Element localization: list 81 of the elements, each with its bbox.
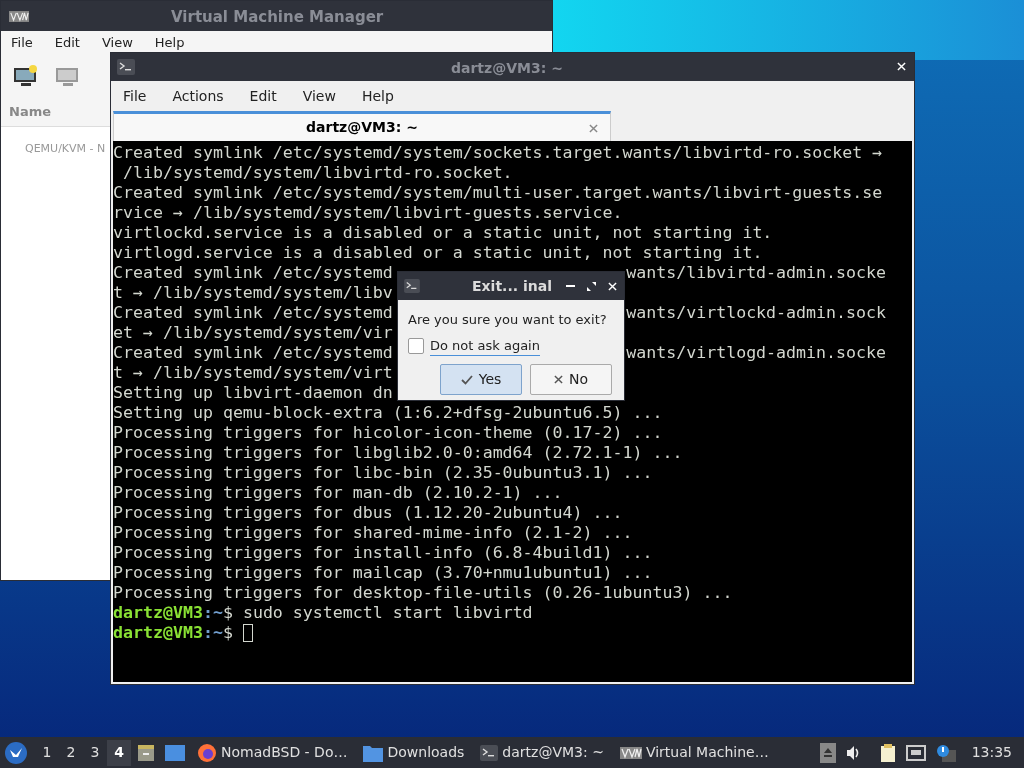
terminal-line: /lib/systemd/system/libvirtd-ro.socket. <box>122 163 513 183</box>
menu-item[interactable]: View <box>101 33 133 53</box>
prompt-user: dartz@VM3 <box>113 623 203 643</box>
dialog-button[interactable]: No <box>530 364 612 395</box>
terminal-tab[interactable]: dartz@VM3: ~ <box>113 111 611 141</box>
terminal-line: Processing triggers for hicolor-icon-theme (0.17-2) ... <box>113 423 663 443</box>
dialog-message: Are you sure you want to exit? <box>408 311 608 329</box>
terminal-icon <box>480 744 499 761</box>
task-button[interactable]: dartz@VM3: ~ <box>478 742 606 763</box>
bird-logo-icon[interactable] <box>5 741 27 764</box>
minimize-icon[interactable] <box>565 285 575 287</box>
terminal-line: Processing triggers for desktop-file-utils (0.26-1ubuntu3) ... <box>113 583 733 603</box>
checkbox[interactable] <box>408 337 424 354</box>
window-title: dartz@VM3: ~ <box>451 59 563 78</box>
prompt-path: :~ <box>202 603 223 623</box>
task-button[interactable]: NomadBSD - Do… <box>195 742 350 763</box>
terminal-line: virtlogd.service is a disabled or a static unit, not starting it. <box>113 243 763 263</box>
terminal-line: Processing triggers for shared-mime-info (2.1-2) ... <box>113 523 633 543</box>
terminal-line: Created symlink /etc/systemd <box>113 303 393 323</box>
terminal-icon <box>404 279 420 293</box>
window-title: Virtual Machine Manager <box>171 7 384 28</box>
menu-item[interactable]: Edit <box>249 85 277 107</box>
prompt-sign: $ <box>222 603 233 623</box>
terminal-line: rvice → /lib/systemd/system/libvirt-guests.service. <box>113 203 623 223</box>
menu-item[interactable]: View <box>302 85 336 107</box>
terminal-line: Created symlink /etc/systemd/system/multi-user.target.wants/libvirt-guests.se <box>113 183 883 203</box>
command-text: sudo systemctl start libvirtd <box>241 603 533 623</box>
notification-icon[interactable] <box>935 743 956 762</box>
task-button[interactable]: Downloads <box>361 742 467 763</box>
cross-icon[interactable] <box>553 375 563 384</box>
terminal-line: Processing triggers for mailcap (3.70+nmu1ubuntu1) ... <box>113 563 653 583</box>
maximize-icon[interactable] <box>586 281 596 291</box>
workspace-button[interactable]: 1 <box>35 739 59 766</box>
workspace-button[interactable]: 2 <box>59 739 83 766</box>
menu-item[interactable]: Actions <box>172 85 224 107</box>
folder-icon <box>363 743 384 762</box>
terminal-line: Created symlink /etc/systemd <box>113 343 393 363</box>
terminal-icon <box>117 59 135 75</box>
prompt-sign: $ <box>222 623 233 643</box>
terminal-line: virtlockd.service is a disabled or a static unit, not starting it. <box>113 223 773 243</box>
new-vm-icon <box>13 65 39 87</box>
task-button[interactable]: Virtual Machine… <box>617 742 771 763</box>
dialog-button[interactable]: Yes <box>440 364 522 395</box>
terminal-line: Processing triggers for man-db (2.10.2-1) ... <box>113 483 563 503</box>
terminal-line: Setting up libvirt-daemon dn <box>113 383 393 403</box>
clipboard-icon[interactable] <box>879 743 896 762</box>
checkbox-label[interactable]: Do not ask again <box>430 335 540 356</box>
menu-item[interactable]: File <box>123 85 147 107</box>
terminal-line: et → /lib/systemd/system/vir <box>113 323 393 343</box>
menu-item[interactable]: Help <box>361 85 394 107</box>
prompt-user: dartz@VM3 <box>113 603 203 623</box>
check-icon <box>460 374 473 385</box>
terminal-line: Processing triggers for libc-bin (2.35-0ubuntu3.1) ... <box>113 463 653 483</box>
terminal-line: Processing triggers for libglib2.0-0:amd64 (2.72.1-1) ... <box>113 443 683 463</box>
terminal-line: Created symlink /etc/systemd <box>113 263 393 283</box>
terminal-line: t → /lib/systemd/system/virt <box>113 363 393 383</box>
menu-item[interactable]: Edit <box>54 33 80 53</box>
terminal-line: wants/virtlogd-admin.socke <box>626 343 886 363</box>
terminal-line: wants/virtlockd-admin.sock <box>626 303 886 323</box>
menu-item[interactable]: File <box>11 33 33 53</box>
browser-icon <box>197 742 217 763</box>
dialog-title: Exit... inal <box>472 276 552 296</box>
file-cabinet-icon[interactable] <box>137 743 155 762</box>
workspace-button[interactable]: 3 <box>83 739 107 766</box>
vm-logo-icon <box>619 746 642 759</box>
vm-logo-icon <box>9 10 29 22</box>
workspace-button[interactable]: 4 <box>107 739 131 766</box>
terminal-line: Setting up qemu-block-extra (1:6.2+dfsg-2ubuntu6.5) ... <box>113 403 663 423</box>
prompt-path: :~ <box>202 623 223 643</box>
terminal-line: Processing triggers for install-info (6.8-4build1) ... <box>113 543 653 563</box>
terminal-line: wants/libvirtd-admin.socke <box>626 263 886 283</box>
terminal-line: t → /lib/systemd/system/libv <box>113 283 393 303</box>
column-header: Name <box>9 102 51 121</box>
monitor-icon <box>55 65 81 87</box>
menu-item[interactable]: Help <box>154 33 185 53</box>
terminal-line: Created symlink /etc/systemd/system/sockets.target.wants/libvirtd-ro.socket → <box>113 143 883 163</box>
window-icon[interactable] <box>165 743 185 762</box>
network-icon[interactable] <box>905 744 926 761</box>
terminal-line: Processing triggers for dbus (1.12.20-2ubuntu4) ... <box>113 503 623 523</box>
eject-icon[interactable] <box>819 742 836 763</box>
clock[interactable]: 13:35 <box>971 742 1012 763</box>
